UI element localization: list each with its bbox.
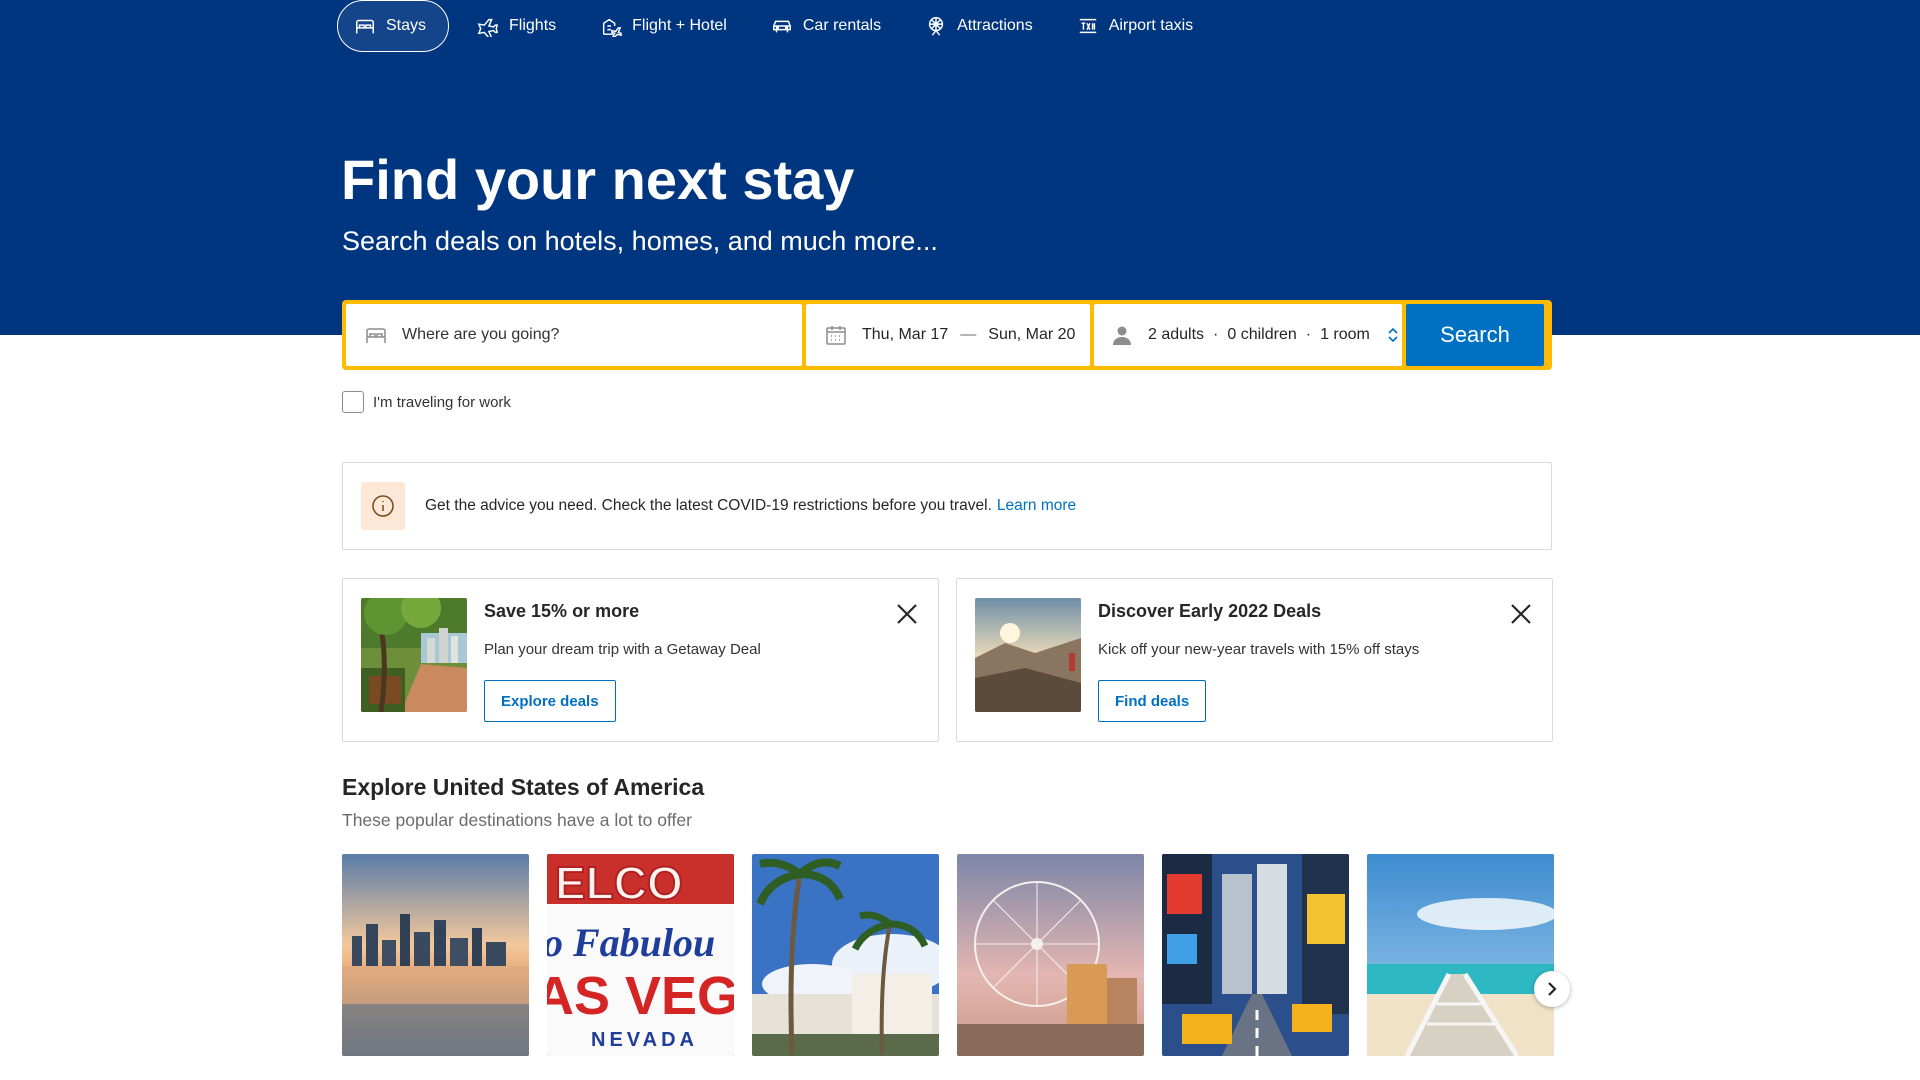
date-separator: — bbox=[960, 326, 977, 343]
dismiss-deal-button[interactable] bbox=[894, 601, 920, 627]
flight-hotel-icon bbox=[603, 18, 622, 37]
car-icon bbox=[772, 20, 791, 33]
learn-more-link[interactable]: Learn more bbox=[997, 497, 1076, 515]
nav-item-label: Car rentals bbox=[802, 17, 882, 34]
nav-item-label: Airport taxis bbox=[1108, 17, 1194, 34]
destination-photo-ferris-wheel bbox=[957, 854, 1144, 1056]
nav-item-car-rentals[interactable]: Car rentals bbox=[755, 0, 897, 52]
work-travel-label: I'm traveling for work bbox=[373, 393, 511, 411]
destination-card[interactable] bbox=[957, 854, 1144, 1056]
dates-field[interactable]: Thu, Mar 17 — Sun, Mar 20 bbox=[806, 304, 1090, 366]
deal-title: Discover Early 2022 Deals bbox=[1098, 601, 1322, 621]
sign-text: o Fabulou bbox=[547, 920, 715, 965]
deal-image-park bbox=[361, 598, 467, 712]
sign-text: NEVADA bbox=[591, 1029, 698, 1051]
deal-description: Kick off your new-year travels with 15% … bbox=[1098, 641, 1420, 658]
destination-photo-times-square bbox=[1162, 854, 1349, 1056]
explore-deals-button[interactable]: Explore deals bbox=[484, 680, 616, 722]
checkout-date: Sun, Mar 20 bbox=[988, 326, 1076, 343]
nav-item-flight-hotel[interactable]: Flight + Hotel bbox=[584, 0, 743, 52]
chevron-updown-icon bbox=[1388, 327, 1398, 343]
destination-photo-skyline bbox=[342, 854, 529, 1056]
dismiss-deal-button[interactable] bbox=[1508, 601, 1534, 627]
destination-card[interactable] bbox=[752, 854, 939, 1056]
covid-text: Get the advice you need. Check the lates… bbox=[425, 497, 992, 514]
top-nav: Stays Flights Flight + Hotel Car rentals… bbox=[337, 0, 1221, 52]
page-subtitle: Search deals on hotels, homes, and much … bbox=[342, 226, 938, 256]
guests-separator: · bbox=[1213, 326, 1219, 343]
destination-field[interactable] bbox=[346, 304, 802, 366]
page-title: Find your next stay bbox=[341, 148, 855, 211]
destination-input[interactable] bbox=[402, 326, 782, 344]
search-button[interactable]: Search bbox=[1406, 304, 1544, 366]
deal-card: Discover Early 2022 Deals Kick off your … bbox=[956, 578, 1553, 742]
attractions-icon bbox=[928, 17, 944, 36]
bed-icon bbox=[356, 19, 374, 34]
sign-text: AS VEG bbox=[547, 966, 734, 1026]
nav-item-label: Flights bbox=[509, 17, 557, 34]
work-travel-checkbox[interactable] bbox=[342, 391, 364, 413]
taxi-icon bbox=[1079, 18, 1096, 34]
plane-icon bbox=[477, 18, 499, 37]
deal-description: Plan your dream trip with a Getaway Deal bbox=[484, 641, 761, 658]
work-travel-option[interactable]: I'm traveling for work bbox=[342, 391, 511, 413]
destination-photo-palm-trees bbox=[752, 854, 939, 1056]
covid-banner: Get the advice you need. Check the lates… bbox=[342, 462, 1552, 550]
sign-text: ELCO bbox=[555, 857, 683, 909]
search-bar: Thu, Mar 17 — Sun, Mar 20 2 adults · 0 c… bbox=[342, 300, 1552, 370]
nav-item-stays[interactable]: Stays bbox=[337, 0, 450, 52]
nav-item-attractions[interactable]: Attractions bbox=[909, 0, 1049, 52]
nav-item-label: Flight + Hotel bbox=[632, 17, 727, 34]
checkin-date: Thu, Mar 17 bbox=[862, 326, 949, 343]
find-deals-button[interactable]: Find deals bbox=[1098, 680, 1207, 722]
destination-card[interactable] bbox=[1162, 854, 1349, 1056]
children-count: 0 children bbox=[1227, 326, 1297, 343]
chevron-right-icon bbox=[1548, 982, 1557, 996]
deal-image-mountain bbox=[975, 598, 1081, 712]
person-icon bbox=[1113, 326, 1131, 345]
calendar-icon bbox=[826, 326, 846, 345]
close-icon bbox=[897, 604, 917, 624]
adults-count: 2 adults bbox=[1148, 326, 1205, 343]
nav-item-flights[interactable]: Flights bbox=[461, 0, 572, 52]
deal-title: Save 15% or more bbox=[484, 601, 640, 621]
guests-field[interactable]: 2 adults · 0 children · 1 room bbox=[1094, 304, 1402, 366]
close-icon bbox=[1511, 604, 1531, 624]
section-subtitle: These popular destinations have a lot to… bbox=[342, 810, 692, 830]
guests-separator: · bbox=[1305, 326, 1312, 343]
destination-photo-las-vegas-sign: ELCO o Fabulou AS VEG NEVADA bbox=[547, 854, 734, 1056]
info-icon bbox=[372, 495, 394, 517]
destinations-carousel: ELCO o Fabulou AS VEG NEVADA bbox=[342, 854, 1554, 1056]
destination-card[interactable]: ELCO o Fabulou AS VEG NEVADA bbox=[547, 854, 734, 1056]
nav-item-label: Stays bbox=[386, 17, 427, 34]
destination-card[interactable] bbox=[342, 854, 529, 1056]
destination-card[interactable] bbox=[1367, 854, 1554, 1056]
nav-item-label: Attractions bbox=[957, 17, 1033, 34]
section-title: Explore United States of America bbox=[342, 774, 705, 800]
nav-item-airport-taxis[interactable]: Airport taxis bbox=[1061, 0, 1209, 52]
bed-icon bbox=[366, 328, 386, 343]
carousel-next-button[interactable] bbox=[1534, 971, 1570, 1007]
deal-card: Save 15% or more Plan your dream trip wi… bbox=[342, 578, 939, 742]
info-icon-box bbox=[361, 482, 405, 530]
rooms-count: 1 room bbox=[1320, 326, 1370, 343]
destination-photo-beach bbox=[1367, 854, 1554, 1056]
